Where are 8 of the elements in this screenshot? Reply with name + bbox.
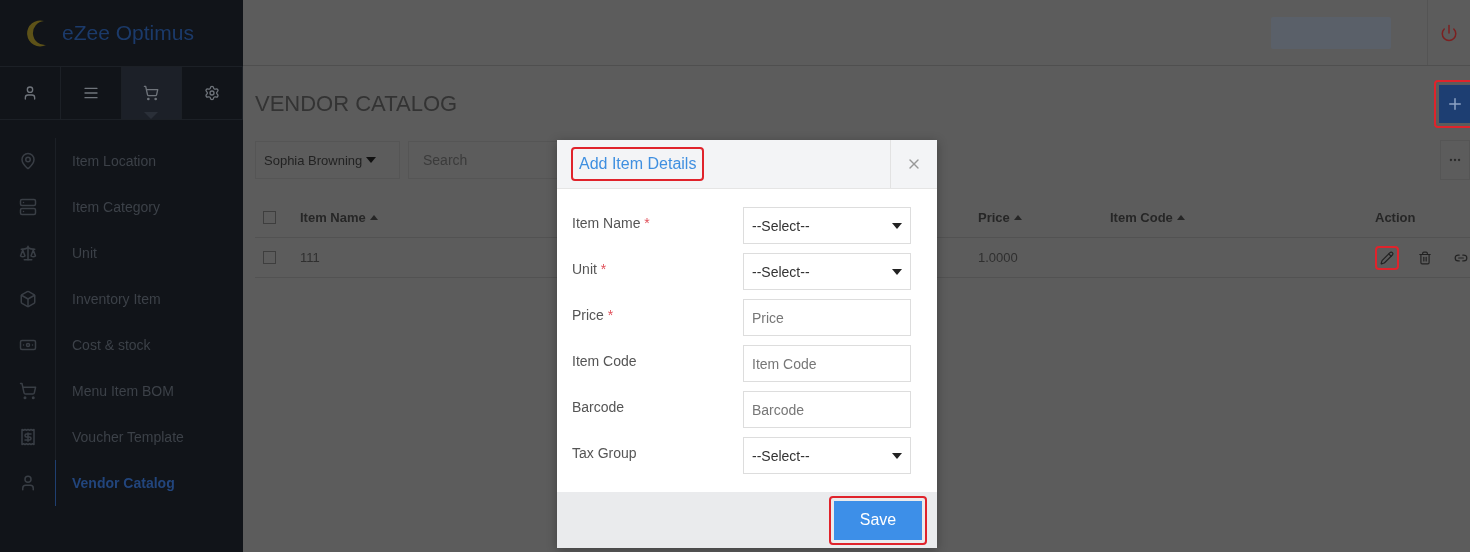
dialog-title: Add Item Details	[571, 147, 705, 181]
field-label: Barcode	[572, 398, 625, 415]
field-label: Price *	[572, 306, 614, 323]
app-name: eZee Optimus	[62, 21, 194, 45]
field-label: Item Name *	[572, 214, 650, 231]
field-label: Item Code	[572, 352, 637, 369]
field-label: Unit *	[572, 260, 607, 277]
field-label: Tax Group	[572, 444, 637, 461]
